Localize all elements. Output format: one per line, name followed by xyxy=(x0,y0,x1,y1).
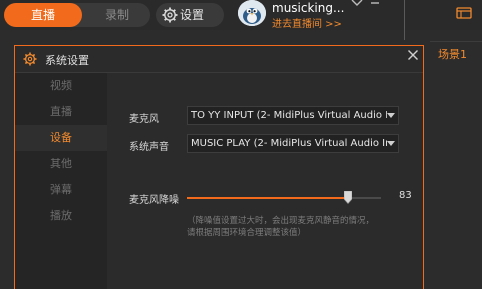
nav-item-video[interactable]: 视频 xyxy=(15,73,107,99)
hint-text: （降噪值设置过大时，会出现麦克风静音的情况， xyxy=(187,216,375,226)
username: musicking... xyxy=(272,1,345,15)
nav-item-danmaku[interactable]: 弹幕 xyxy=(15,177,107,203)
chevron-down-icon xyxy=(387,113,395,118)
top-bar: 直播 录制 设置 musicking... 进去直播间 >> xyxy=(0,0,482,40)
divider xyxy=(430,41,482,42)
noise-reduction-slider[interactable] xyxy=(187,191,381,204)
live-mode-button[interactable]: 直播 xyxy=(4,3,82,27)
chevron-down-icon[interactable] xyxy=(351,0,363,6)
mic-select[interactable]: TO YY INPUT (2- MidiPlus Virtual Audio I… xyxy=(187,106,399,125)
avatar[interactable] xyxy=(238,0,266,26)
chevron-down-icon xyxy=(387,141,395,146)
gear-icon xyxy=(162,7,178,23)
bird-avatar-icon xyxy=(238,0,266,26)
settings-label: 设置 xyxy=(180,8,205,22)
scene-tab[interactable]: 场景1 xyxy=(438,46,467,62)
noise-reduction-value: 83 xyxy=(399,190,412,201)
mic-select-value: TO YY INPUT (2- MidiPlus Virtual Audio I… xyxy=(191,110,387,121)
nav-item-device[interactable]: 设备 xyxy=(15,125,107,151)
gear-icon xyxy=(23,52,37,66)
hint-text: 请根据周围环境合理调整该值） xyxy=(187,228,307,238)
nav-item-other[interactable]: 其他 xyxy=(15,151,107,177)
nav-item-live[interactable]: 直播 xyxy=(15,99,107,125)
enter-room-link[interactable]: 进去直播间 >> xyxy=(272,15,342,30)
record-mode-button[interactable]: 录制 xyxy=(86,3,148,27)
nav-item-playback[interactable]: 播放 xyxy=(15,203,107,229)
scene-folder-icon[interactable] xyxy=(456,6,472,19)
noise-reduction-label: 麦克风降噪 xyxy=(129,195,179,206)
slider-handle[interactable] xyxy=(344,191,352,204)
settings-button[interactable]: 设置 xyxy=(156,3,224,27)
close-icon[interactable] xyxy=(407,49,419,61)
settings-nav: 视频 直播 设备 其他 弹幕 播放 xyxy=(15,73,107,289)
minimize-icon[interactable] xyxy=(370,0,380,6)
system-audio-select[interactable]: MUSIC PLAY (2- MidiPlus Virtual Audio In… xyxy=(187,134,399,153)
mic-label: 麦克风 xyxy=(129,114,159,125)
dialog-title: 系统设置 xyxy=(45,54,89,67)
system-audio-label: 系统声音 xyxy=(129,142,169,153)
slider-fill xyxy=(187,197,348,199)
dialog-title-bar: 系统设置 xyxy=(15,46,423,72)
system-settings-dialog: 系统设置 视频 直播 设备 其他 弹幕 播放 麦克风 TO YY INPUT (… xyxy=(14,45,424,289)
system-audio-select-value: MUSIC PLAY (2- MidiPlus Virtual Audio In… xyxy=(191,138,387,149)
divider xyxy=(404,0,405,40)
device-settings-panel: 麦克风 TO YY INPUT (2- MidiPlus Virtual Aud… xyxy=(107,73,423,289)
mode-toggle: 直播 录制 xyxy=(4,3,150,27)
